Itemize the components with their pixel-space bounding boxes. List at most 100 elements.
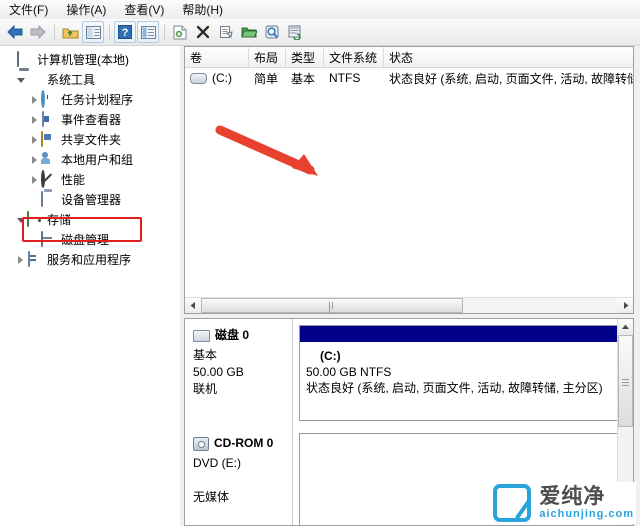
tree-item-local-users-groups[interactable]: 本地用户和组 [4, 150, 180, 170]
disk-entry-disk0[interactable]: 磁盘 0 基本 50.00 GB 联机 (C:) 50.00 GB NTFS 状… [185, 319, 633, 427]
partition-status: 状态良好 (系统, 启动, 页面文件, 活动, 故障转储, 主分区) [306, 381, 603, 395]
hscroll-thumb[interactable] [201, 298, 463, 313]
properties-icon[interactable] [215, 21, 237, 43]
tree-label: 性能 [61, 173, 86, 187]
column-header-filesystem[interactable]: 文件系统 [324, 47, 384, 67]
partition-size-fs: 50.00 GB NTFS [306, 365, 392, 379]
cdrom-type-label: DVD (E:) [193, 456, 241, 470]
column-header-status[interactable]: 状态 [384, 47, 633, 67]
forward-arrow-icon[interactable] [27, 21, 49, 43]
show-tree-icon[interactable] [82, 21, 104, 43]
tree-item-event-viewer[interactable]: 事件查看器 [4, 110, 180, 130]
menu-action[interactable]: 操作(A) [57, 1, 115, 19]
task-scheduler-icon [41, 90, 57, 108]
column-header-layout[interactable]: 布局 [249, 47, 286, 67]
cell-layout: 简单 [254, 71, 279, 86]
scroll-up-arrow-icon[interactable] [618, 319, 633, 335]
performance-icon [41, 170, 57, 188]
tree-label: 本地用户和组 [61, 153, 134, 167]
open-folder-icon[interactable] [238, 21, 260, 43]
vscroll-thumb[interactable] [618, 335, 633, 427]
volume-list-header: 卷 布局 类型 文件系统 状态 [185, 47, 633, 68]
expander-open-icon[interactable] [14, 210, 27, 230]
tree-item-task-scheduler[interactable]: 任务计划程序 [4, 90, 180, 110]
system-tools-icon [27, 72, 43, 88]
volume-list-hscrollbar[interactable] [185, 297, 633, 313]
tree-label: 设备管理器 [61, 193, 122, 207]
tree-item-system-tools[interactable]: 系统工具 [4, 70, 180, 90]
toolbar-separator-2 [109, 23, 110, 41]
expander-placeholder [28, 230, 41, 250]
disk-management-icon [41, 231, 57, 248]
up-folder-icon[interactable] [59, 21, 81, 43]
tree-item-shared-folders[interactable]: 共享文件夹 [4, 130, 180, 150]
tree-item-computer-management[interactable]: 计算机管理(本地) [4, 50, 180, 70]
cdrom-spacer [193, 472, 292, 489]
partition-c[interactable]: (C:) 50.00 GB NTFS 状态良好 (系统, 启动, 页面文件, 活… [299, 325, 625, 421]
expander-closed-icon[interactable] [28, 130, 41, 150]
disk-name-row: 磁盘 0 [193, 327, 292, 344]
cell-volume-label: (C:) [212, 71, 232, 85]
tree-item-performance[interactable]: 性能 [4, 170, 180, 190]
tree-label: 任务计划程序 [61, 93, 134, 107]
tree-root-container: 计算机管理(本地) 系统工具 任务计划程序 事件查看器 共享文件夹 本地用户和组… [0, 46, 180, 270]
table-row[interactable]: (C:) 简单 基本 NTFS 状态良好 (系统, 启动, 页面文件, 活动, … [185, 68, 633, 88]
menu-bar: 文件(F) 操作(A) 查看(V) 帮助(H) [0, 0, 640, 20]
menu-view[interactable]: 查看(V) [115, 1, 173, 19]
computer-icon [17, 51, 33, 68]
column-header-volume[interactable]: 卷 [185, 47, 249, 67]
back-arrow-icon[interactable] [4, 21, 26, 43]
tree-label: 事件查看器 [61, 113, 122, 127]
scroll-right-arrow-icon[interactable] [617, 298, 633, 313]
brand-logo-icon [493, 484, 532, 522]
hscroll-track[interactable] [201, 298, 617, 313]
toolbar: ? [0, 19, 640, 46]
cell-filesystem: NTFS [329, 71, 361, 85]
tree-label: 系统工具 [47, 73, 96, 87]
disk-state-label: 联机 [193, 382, 218, 396]
cdrom-name-label: CD-ROM 0 [214, 436, 274, 450]
scroll-left-arrow-icon[interactable] [185, 298, 201, 313]
grip-icon [328, 302, 336, 313]
partition-details: (C:) 50.00 GB NTFS 状态良好 (系统, 启动, 页面文件, 活… [300, 343, 624, 396]
volume-list[interactable]: 卷 布局 类型 文件系统 状态 (C:) 简单 基本 NTFS 状态良好 (系统… [184, 46, 634, 314]
cdrom-icon [193, 436, 209, 451]
toolbar-separator-3 [164, 23, 165, 41]
cdrom-state-label: 无媒体 [193, 490, 230, 504]
menu-help[interactable]: 帮助(H) [173, 1, 232, 19]
local-users-icon [41, 152, 57, 168]
console-tree-pane[interactable]: 计算机管理(本地) 系统工具 任务计划程序 事件查看器 共享文件夹 本地用户和组… [0, 46, 181, 526]
disk-type-label: 基本 [193, 348, 218, 362]
refresh-disk-icon[interactable] [284, 21, 306, 43]
svg-text:?: ? [122, 27, 129, 39]
expander-closed-icon[interactable] [28, 170, 41, 190]
toolbar-separator [54, 23, 55, 41]
tree-label: 服务和应用程序 [47, 253, 132, 267]
help-icon[interactable]: ? [114, 21, 136, 43]
expander-closed-icon[interactable] [28, 90, 41, 110]
expander-closed-icon[interactable] [14, 250, 27, 270]
tree-label: 磁盘管理 [61, 233, 110, 247]
tree-item-disk-management[interactable]: 磁盘管理 [4, 230, 180, 250]
partition-label: (C:) [320, 349, 341, 363]
tree-item-storage[interactable]: 存储 [4, 210, 180, 230]
expander-closed-icon[interactable] [28, 110, 41, 130]
device-manager-icon [41, 191, 57, 208]
column-header-type[interactable]: 类型 [286, 47, 324, 67]
volume-disk-icon [190, 72, 207, 84]
shared-folders-icon [41, 131, 57, 148]
search-icon[interactable] [261, 21, 283, 43]
tree-item-device-manager[interactable]: 设备管理器 [4, 190, 180, 210]
menu-file[interactable]: 文件(F) [0, 1, 57, 19]
cell-type: 基本 [291, 71, 316, 86]
properties-list-icon[interactable] [137, 21, 159, 43]
disk-partitions-disk0: (C:) 50.00 GB NTFS 状态良好 (系统, 启动, 页面文件, 活… [293, 319, 633, 427]
expander-open-icon[interactable] [14, 70, 27, 90]
tree-item-services-applications[interactable]: 服务和应用程序 [4, 250, 180, 270]
cell-status: 状态良好 (系统, 启动, 页面文件, 活动, 故障转储 [389, 71, 633, 86]
expander-closed-icon[interactable] [28, 150, 41, 170]
cdrom-name-row: CD-ROM 0 [193, 435, 292, 452]
new-document-icon[interactable] [169, 21, 191, 43]
computer-management-window: 文件(F) 操作(A) 查看(V) 帮助(H) ? 计算机管理(本地) 系统工具… [0, 0, 640, 526]
delete-icon[interactable] [192, 21, 214, 43]
